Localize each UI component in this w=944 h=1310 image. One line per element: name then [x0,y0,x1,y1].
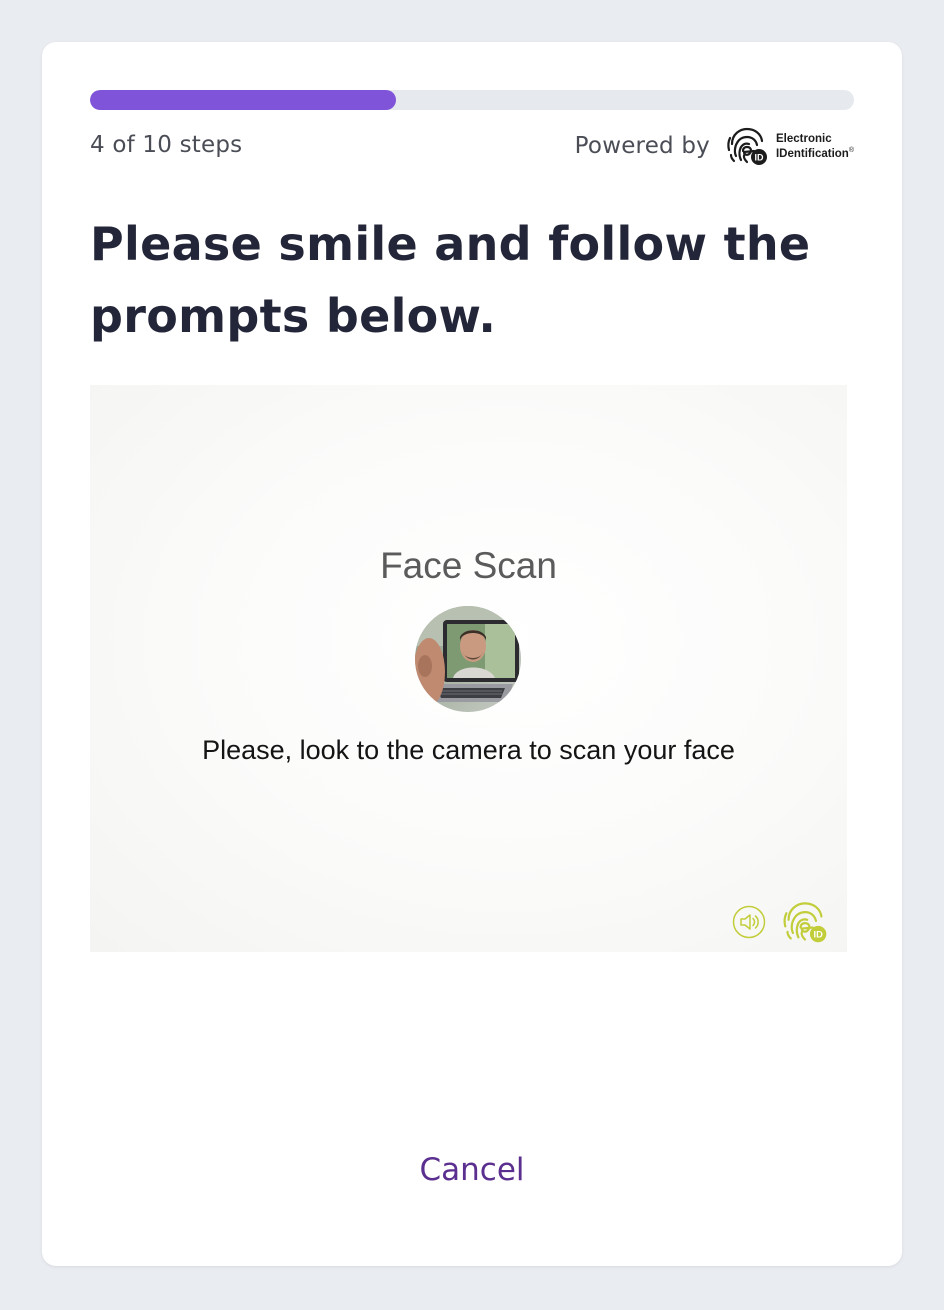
page-title: Please smile and follow the prompts belo… [90,217,811,343]
verification-card: 4 of 10 steps Powered by ID Electronic I… [42,42,902,1266]
progress-bar-fill [90,90,396,110]
steps-counter: 4 of 10 steps [90,132,243,158]
face-scan-illustration [415,606,521,712]
face-scan-panel: Face Scan Please, look to the camera to … [90,385,847,952]
fingerprint-eid-icon: ID [782,899,828,945]
progress-bar [90,90,854,110]
powered-by: Powered by ID Electronic IDentification® [575,126,854,166]
logo-line-2: IDentification [775,147,849,160]
powered-by-label: Powered by [574,133,710,159]
logo-line-2-row: IDentification® [776,145,854,160]
svg-text:ID: ID [813,930,823,940]
registered-mark: ® [848,146,854,154]
speaker-icon[interactable] [732,905,766,939]
svg-text:ID: ID [754,153,764,163]
face-scan-title: Face Scan [380,545,557,586]
person-at-laptop-image [415,606,521,712]
face-scan-instruction: Please, look to the camera to scan your … [202,735,735,765]
cancel-button[interactable]: Cancel [372,1146,572,1194]
logo-wordmark: Electronic IDentification® [776,133,854,160]
fingerprint-logo-icon: ID [727,127,767,165]
logo-line-1: Electronic [775,132,832,145]
electronic-identification-logo: ID Electronic IDentification® [726,126,854,166]
